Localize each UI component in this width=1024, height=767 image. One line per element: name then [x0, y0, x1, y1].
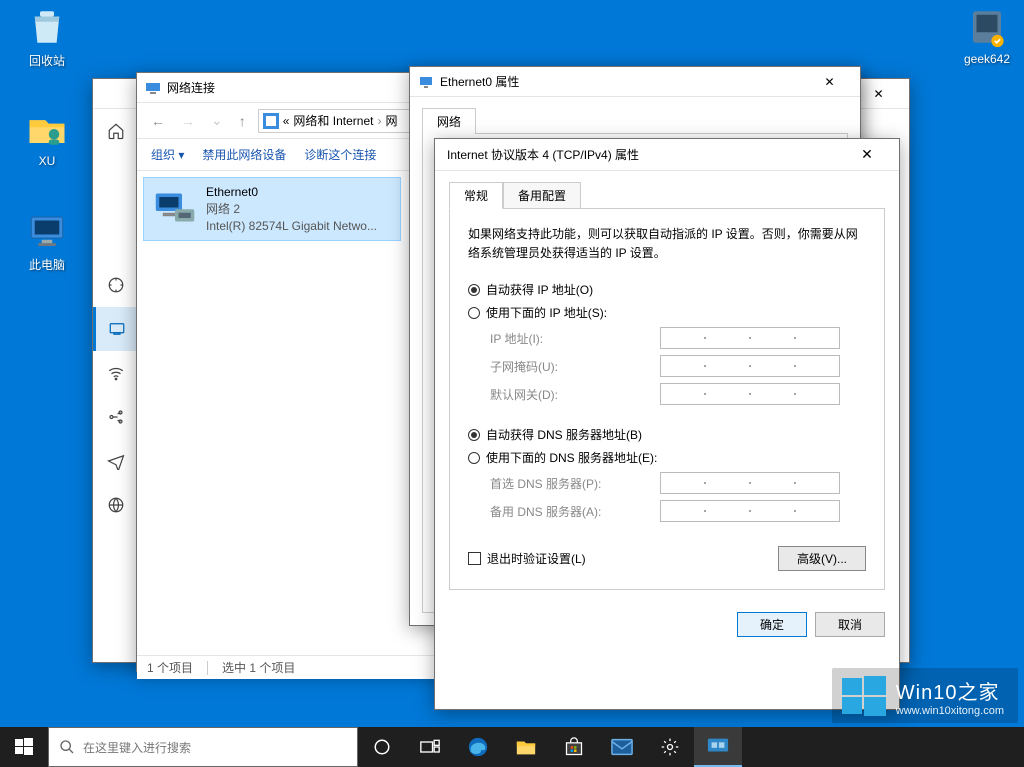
- tab-general[interactable]: 常规: [449, 182, 503, 209]
- network-icon: [145, 80, 161, 96]
- ipv4-titlebar[interactable]: Internet 协议版本 4 (TCP/IPv4) 属性 ✕: [435, 139, 899, 171]
- taskbar-control-panel[interactable]: [694, 727, 742, 767]
- recycle-bin-icon: [26, 6, 68, 48]
- recent-dropdown[interactable]: ⌄: [207, 108, 227, 133]
- desktop-icon-geek642[interactable]: geek642: [950, 6, 1024, 66]
- task-view-button[interactable]: [406, 727, 454, 767]
- ip-address-input[interactable]: [660, 327, 840, 349]
- default-gateway-input[interactable]: [660, 383, 840, 405]
- row-subnet-mask: 子网掩码(U):: [490, 355, 866, 377]
- drive-icon: [966, 6, 1008, 48]
- nav-home[interactable]: [93, 109, 138, 153]
- taskbar: 在这里键入进行搜索: [0, 727, 1024, 767]
- nav-airplane[interactable]: [93, 439, 138, 483]
- row-default-gateway: 默认网关(D):: [490, 383, 866, 405]
- validate-on-exit-checkbox[interactable]: 退出时验证设置(L): [468, 550, 586, 567]
- preferred-dns-input[interactable]: [660, 472, 840, 494]
- tab-network[interactable]: 网络: [422, 108, 476, 134]
- close-button[interactable]: ✕: [847, 146, 887, 163]
- settings-sidebar: [93, 109, 139, 662]
- selected-count: 选中 1 个项目: [222, 659, 295, 676]
- nav-status[interactable]: [93, 263, 138, 307]
- taskbar-settings[interactable]: [646, 727, 694, 767]
- ethernet-icon: [418, 74, 434, 90]
- nav-vpn[interactable]: [93, 395, 138, 439]
- desktop-icon-user-folder[interactable]: XU: [10, 108, 84, 168]
- watermark: Win10之家 www.win10xitong.com: [832, 668, 1018, 723]
- taskbar-edge[interactable]: [454, 727, 502, 767]
- radio-auto-dns[interactable]: 自动获得 DNS 服务器地址(B): [468, 426, 866, 443]
- ipv4-properties-dialog: Internet 协议版本 4 (TCP/IPv4) 属性 ✕ 常规 备用配置 …: [434, 138, 900, 710]
- checkbox-icon: [468, 552, 481, 565]
- folder-icon: [26, 108, 68, 150]
- adapter-driver: Intel(R) 82574L Gigabit Netwo...: [206, 218, 377, 235]
- breadcrumb-seg[interactable]: 网: [385, 112, 397, 129]
- ok-button[interactable]: 确定: [737, 612, 807, 637]
- disable-device-button[interactable]: 禁用此网络设备: [202, 146, 286, 163]
- subnet-mask-input[interactable]: [660, 355, 840, 377]
- breadcrumb-seg[interactable]: 网络和 Internet: [293, 112, 373, 129]
- taskbar-store[interactable]: [550, 727, 598, 767]
- desktop-icon-this-pc[interactable]: 此电脑: [10, 210, 84, 273]
- alternate-dns-input[interactable]: [660, 500, 840, 522]
- dialog-title: Internet 协议版本 4 (TCP/IPv4) 属性: [447, 146, 847, 163]
- adapter-network: 网络 2: [206, 201, 377, 218]
- window-title: Ethernet0 属性: [440, 73, 807, 90]
- tab-alternate[interactable]: 备用配置: [503, 182, 581, 209]
- radio-manual-dns[interactable]: 使用下面的 DNS 服务器地址(E):: [468, 449, 866, 466]
- item-count: 1 个项目: [147, 659, 193, 676]
- search-icon: [59, 739, 75, 755]
- radio-auto-ip[interactable]: 自动获得 IP 地址(O): [468, 281, 866, 298]
- nav-proxy[interactable]: [93, 483, 138, 527]
- radio-dot-icon: [468, 307, 480, 319]
- desktop-icon-label: 此电脑: [10, 256, 84, 273]
- row-preferred-dns: 首选 DNS 服务器(P):: [490, 472, 866, 494]
- radio-dot-icon: [468, 452, 480, 464]
- taskbar-mail[interactable]: [598, 727, 646, 767]
- row-ip-address: IP 地址(I):: [490, 327, 866, 349]
- adapter-name: Ethernet0: [206, 184, 377, 201]
- cancel-button[interactable]: 取消: [815, 612, 885, 637]
- desktop-icon-label: 回收站: [10, 52, 84, 69]
- close-button[interactable]: ✕: [856, 79, 901, 108]
- ethernet-adapter-icon: [154, 190, 196, 228]
- windows-logo-icon: [842, 674, 886, 718]
- chevron-right-icon[interactable]: ›: [377, 114, 381, 128]
- desktop-icon-label: XU: [10, 154, 84, 168]
- radio-dot-on-icon: [468, 284, 480, 296]
- taskbar-explorer[interactable]: [502, 727, 550, 767]
- row-alternate-dns: 备用 DNS 服务器(A):: [490, 500, 866, 522]
- forward-button[interactable]: →: [177, 109, 199, 133]
- close-button[interactable]: ✕: [807, 67, 852, 96]
- diagnose-button[interactable]: 诊断这个连接: [304, 146, 376, 163]
- advanced-button[interactable]: 高级(V)...: [778, 546, 866, 571]
- taskbar-search[interactable]: 在这里键入进行搜索: [48, 727, 358, 767]
- radio-dot-on-icon: [468, 429, 480, 441]
- start-button[interactable]: [0, 727, 48, 767]
- organize-menu[interactable]: 组织 ▾: [151, 146, 184, 163]
- nav-ethernet[interactable]: [93, 307, 138, 351]
- radio-manual-ip[interactable]: 使用下面的 IP 地址(S):: [468, 304, 866, 321]
- back-button[interactable]: ←: [147, 109, 169, 133]
- nav-wifi[interactable]: [93, 351, 138, 395]
- eth-titlebar[interactable]: Ethernet0 属性 ✕: [410, 67, 860, 97]
- control-panel-icon: [263, 113, 279, 129]
- desktop-icon-recycle-bin[interactable]: 回收站: [10, 6, 84, 69]
- this-pc-icon: [26, 210, 68, 252]
- search-placeholder: 在这里键入进行搜索: [83, 739, 191, 756]
- desktop-icon-label: geek642: [950, 52, 1024, 66]
- ipv4-description: 如果网络支持此功能，则可以获取自动指派的 IP 设置。否则，你需要从网络系统管理…: [468, 225, 866, 263]
- adapter-item-ethernet0[interactable]: Ethernet0 网络 2 Intel(R) 82574L Gigabit N…: [143, 177, 401, 241]
- cortana-button[interactable]: [358, 727, 406, 767]
- up-button[interactable]: ↑: [235, 109, 250, 133]
